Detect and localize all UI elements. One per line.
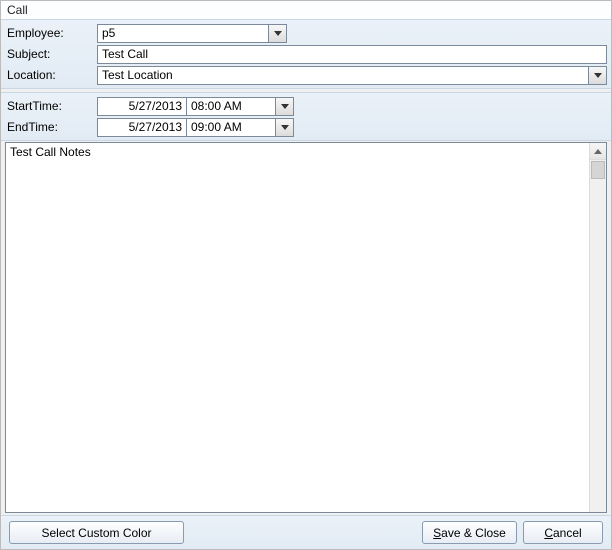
chevron-down-icon [281,125,289,130]
select-custom-color-button[interactable]: Select Custom Color [9,521,184,544]
scroll-thumb[interactable] [591,161,605,179]
save-and-close-button[interactable]: Save & Close [422,521,517,544]
employee-combo[interactable] [97,24,287,43]
start-time-dropdown-button[interactable] [275,97,294,116]
button-bar: Select Custom Color Save & Close Cancel [1,515,611,549]
location-dropdown-button[interactable] [588,66,607,85]
form-top-section: Employee: Subject: Location: [1,19,611,89]
starttime-label: StartTime: [5,99,97,113]
scroll-up-arrow[interactable] [590,143,606,160]
chevron-down-icon [274,31,282,36]
subject-label: Subject: [5,47,97,61]
notes-scrollbar[interactable] [589,143,606,512]
chevron-down-icon [594,73,602,78]
location-label: Location: [5,68,97,82]
end-date-input[interactable] [97,118,187,137]
end-time-combo[interactable] [186,118,294,137]
start-time-input[interactable] [186,97,275,116]
employee-label: Employee: [5,26,97,40]
employee-input[interactable] [97,24,268,43]
cancel-button[interactable]: Cancel [523,521,603,544]
location-input[interactable] [97,66,588,85]
employee-dropdown-button[interactable] [268,24,287,43]
notes-textarea[interactable] [6,143,589,512]
location-combo[interactable] [97,66,607,85]
window-title: Call [1,1,611,19]
start-date-input[interactable] [97,97,187,116]
chevron-down-icon [281,104,289,109]
end-time-dropdown-button[interactable] [275,118,294,137]
form-time-section: StartTime: EndTime: [1,92,611,141]
start-time-combo[interactable] [186,97,294,116]
end-time-input[interactable] [186,118,275,137]
chevron-up-icon [594,149,602,154]
notes-area [5,142,607,513]
subject-input[interactable] [97,45,607,64]
endtime-label: EndTime: [5,120,97,134]
